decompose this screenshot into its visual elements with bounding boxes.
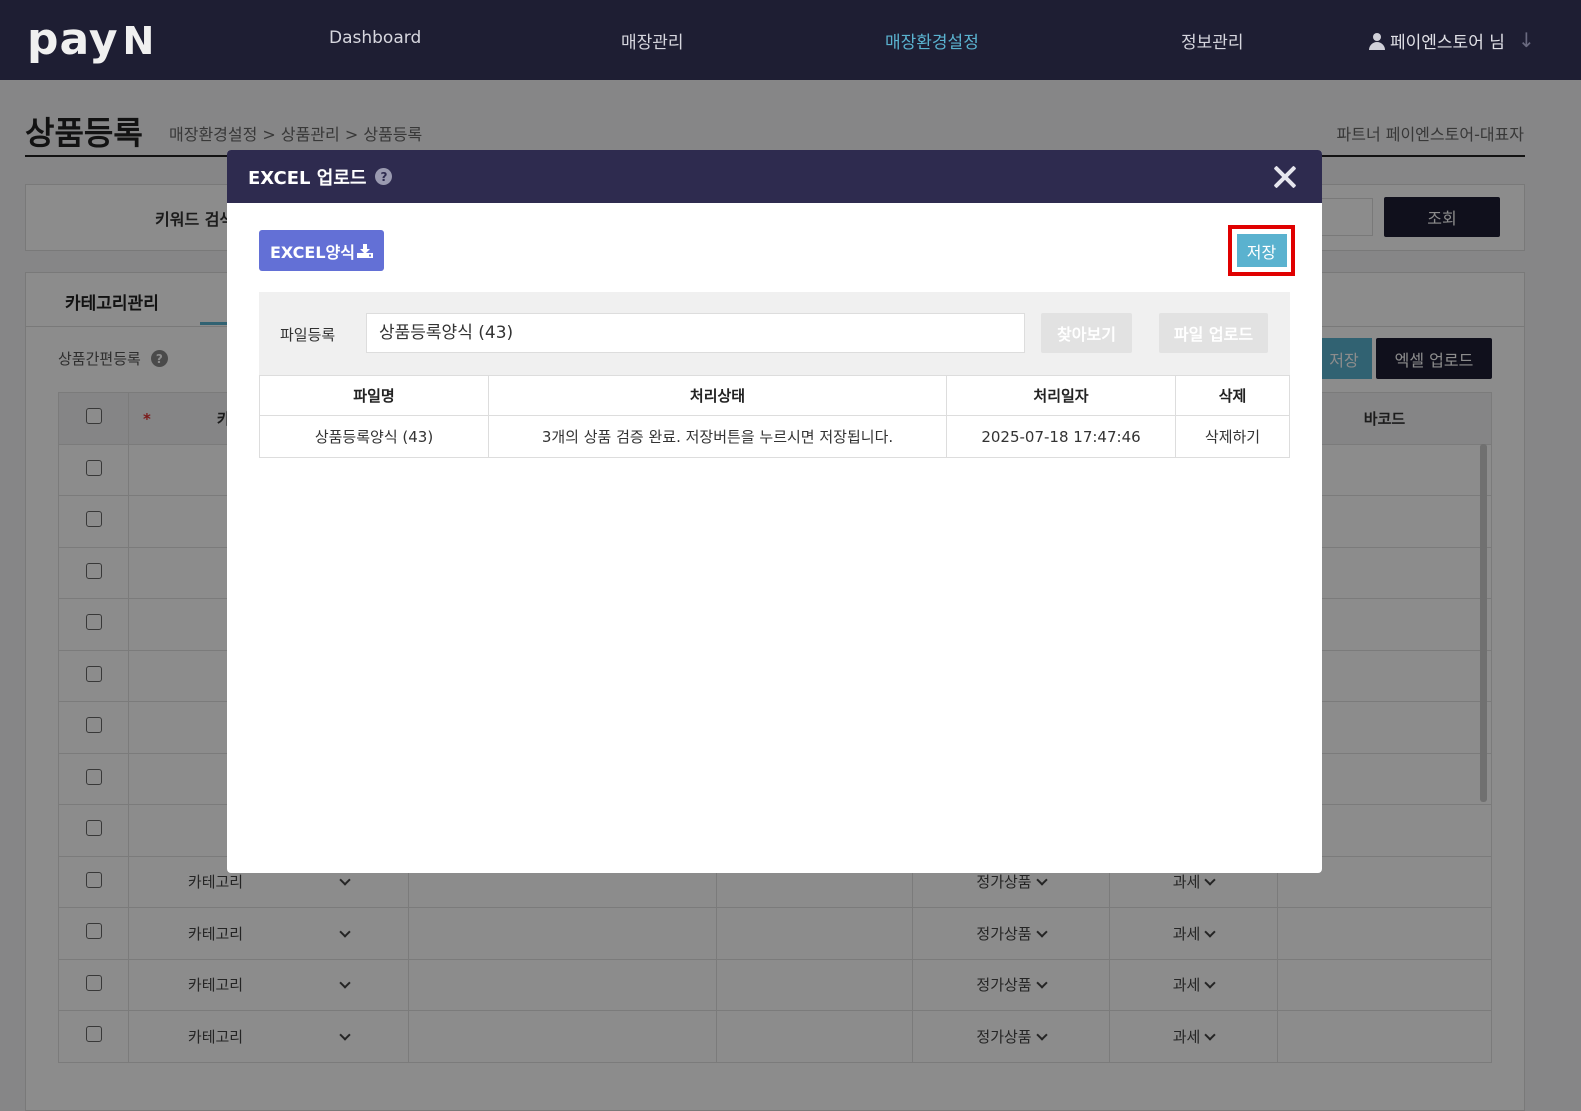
nav-store-management[interactable]: 매장관리 [621, 28, 684, 53]
logo[interactable]: pay N [27, 18, 155, 64]
user-menu[interactable]: 페이엔스토어 님 [1368, 28, 1505, 53]
save-button[interactable]: 저장 [1236, 234, 1287, 267]
close-icon[interactable] [1270, 162, 1300, 192]
file-label: 파일등록 [280, 326, 336, 344]
col-delete: 삭제 [1175, 375, 1290, 416]
logout-arrow-icon[interactable]: ↓ [1518, 28, 1535, 52]
file-name-cell: 상품등록양식 (43) [259, 415, 489, 458]
save-highlight: 저장 [1228, 225, 1295, 276]
col-file-name: 파일명 [259, 375, 489, 416]
excel-template-button[interactable]: EXCEL양식 [259, 230, 384, 271]
excel-upload-modal: EXCEL 업로드 ? EXCEL양식 저장 파일등록 상품등록양식 (43) … [227, 150, 1322, 873]
help-icon[interactable]: ? [375, 168, 393, 185]
modal-title: EXCEL 업로드 [248, 167, 367, 189]
file-name-field[interactable]: 상품등록양식 (43) [366, 313, 1025, 353]
user-icon [1368, 32, 1386, 50]
modal-header: EXCEL 업로드 ? [227, 150, 1322, 203]
nav-dashboard[interactable]: Dashboard [329, 28, 421, 48]
col-status: 처리상태 [488, 375, 947, 416]
file-register-area: 파일등록 상품등록양식 (43) 찾아보기 파일 업로드 [259, 292, 1290, 375]
date-cell: 2025-07-18 17:47:46 [946, 415, 1176, 458]
nav-info-management[interactable]: 정보관리 [1181, 28, 1244, 53]
browse-button[interactable]: 찾아보기 [1041, 313, 1132, 353]
nav-store-settings[interactable]: 매장환경설정 [885, 28, 979, 53]
file-upload-button[interactable]: 파일 업로드 [1159, 313, 1268, 353]
download-icon [357, 243, 373, 258]
delete-link[interactable]: 삭제하기 [1175, 415, 1290, 458]
status-cell: 3개의 상품 검증 완료. 저장버튼을 누르시면 저장됩니다. [488, 415, 947, 458]
col-date: 처리일자 [946, 375, 1176, 416]
top-nav: pay N Dashboard 매장관리 매장환경설정 정보관리 페이엔스토어 님… [0, 0, 1581, 80]
upload-result-table: 파일명 처리상태 처리일자 삭제 상품등록양식 (43) 3개의 상품 검증 완… [259, 375, 1290, 458]
user-name: 페이엔스토어 님 [1390, 33, 1505, 53]
table-row: 상품등록양식 (43) 3개의 상품 검증 완료. 저장버튼을 누르시면 저장됩… [259, 415, 1290, 458]
